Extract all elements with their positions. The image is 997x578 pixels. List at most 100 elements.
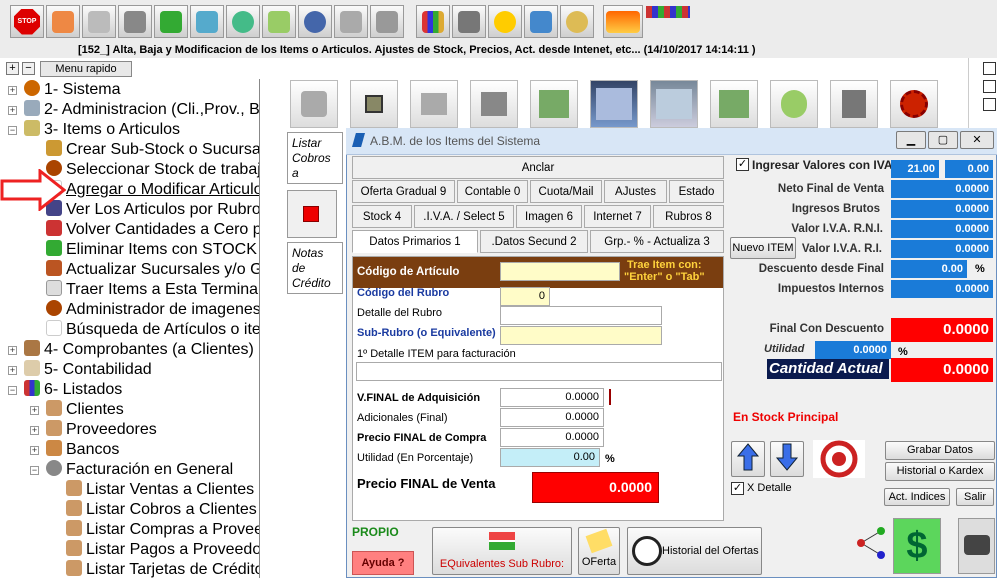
- toolbar-button-4[interactable]: [118, 5, 152, 38]
- utilidad-porcentaje-input[interactable]: 0.00: [500, 448, 600, 467]
- tree-item-listar-cobros[interactable]: Listar Cobros a Clientes: [66, 500, 257, 520]
- salir-button[interactable]: Salir: [956, 488, 994, 506]
- icon-button-11[interactable]: [890, 80, 938, 128]
- toolbar-button-9[interactable]: [298, 5, 332, 38]
- valor-iva-ri-value[interactable]: 0.0000: [891, 240, 993, 258]
- tree-item-administracion[interactable]: 2- Administracion (Cli.,Prov., B: [24, 100, 259, 120]
- tree-item-listados[interactable]: 6- Listados: [24, 380, 122, 400]
- toolbar-button-11[interactable]: [370, 5, 404, 38]
- toolbar-button-8[interactable]: [262, 5, 296, 38]
- anclar-button[interactable]: Anclar: [352, 156, 724, 179]
- tab-datos-primarios[interactable]: Datos Primarios 1: [352, 230, 478, 253]
- icon-button-5[interactable]: [530, 80, 578, 128]
- act-indices-button[interactable]: Act. Indices: [884, 488, 950, 506]
- codigo-rubro-input[interactable]: 0: [500, 287, 550, 306]
- flags-icon[interactable]: [646, 6, 690, 18]
- icon-button-4[interactable]: [470, 80, 518, 128]
- tree-item-listar-pagos[interactable]: Listar Pagos a Proveedores: [66, 540, 259, 560]
- side-checkbox[interactable]: [983, 62, 996, 75]
- tab-internet[interactable]: Internet 7: [584, 205, 651, 228]
- toolbar-button-14[interactable]: [488, 5, 522, 38]
- neto-final-value[interactable]: 0.0000: [891, 180, 993, 198]
- toolbar-button-10[interactable]: [334, 5, 368, 38]
- tree-item-eliminar-items[interactable]: Eliminar Items con STOCK: [46, 240, 257, 260]
- icon-button-8[interactable]: [710, 80, 758, 128]
- tree-item-administrador-imagenes[interactable]: Administrador de imagenes: [46, 300, 259, 320]
- ingresar-iva-checkbox[interactable]: ✓: [736, 158, 749, 171]
- toolbar-button-5[interactable]: [154, 5, 188, 38]
- arrow-down-button[interactable]: [770, 441, 804, 477]
- toolbar-button-3[interactable]: [82, 5, 116, 38]
- tab-estado[interactable]: Estado: [669, 180, 724, 203]
- toolbar-button-6[interactable]: [190, 5, 224, 38]
- x-detalle-checkbox[interactable]: ✓: [731, 482, 744, 495]
- toolbar-button-15[interactable]: [524, 5, 558, 38]
- oferta-button[interactable]: OFerta: [578, 527, 620, 575]
- tab-stock[interactable]: Stock 4: [352, 205, 412, 228]
- tab-grp-actualiza[interactable]: Grp.- % - Actualiza 3: [590, 230, 724, 253]
- tab-oferta-gradual[interactable]: Oferta Gradual 9: [352, 180, 455, 203]
- detalle-rubro-input[interactable]: [500, 306, 662, 325]
- side-checkbox[interactable]: [983, 98, 996, 111]
- notas-credito-button[interactable]: Notas de Crédito: [287, 242, 343, 294]
- tree-item-proveedores[interactable]: Proveedores: [46, 420, 157, 440]
- icon-button-1[interactable]: [290, 80, 338, 128]
- toolbar-button-17[interactable]: [603, 5, 643, 38]
- collapse-all-button[interactable]: −: [22, 62, 35, 75]
- tree-item-bancos[interactable]: Bancos: [46, 440, 119, 460]
- minimize-button[interactable]: ▁: [896, 131, 926, 149]
- tab-contable[interactable]: Contable 0: [457, 180, 528, 203]
- side-checkbox[interactable]: [983, 80, 996, 93]
- nuevo-item-button[interactable]: Nuevo ITEM: [730, 237, 796, 259]
- network-icon[interactable]: [855, 525, 887, 561]
- toolbar-button-12[interactable]: [416, 5, 450, 38]
- tree-item-crear-sub-stock[interactable]: Crear Sub-Stock o Sucursa: [46, 140, 259, 160]
- dollar-icon[interactable]: $: [893, 518, 941, 574]
- tree-item-clientes[interactable]: Clientes: [46, 400, 124, 420]
- tab-imagen[interactable]: Imagen 6: [516, 205, 582, 228]
- icon-button-2[interactable]: [350, 80, 398, 128]
- toolbar-button-13[interactable]: [452, 5, 486, 38]
- toolbar-button-7[interactable]: [226, 5, 260, 38]
- cantidad-actual-value[interactable]: 0.0000: [891, 358, 993, 382]
- detalle-item-input[interactable]: [356, 362, 722, 381]
- impuestos-value[interactable]: 0.0000: [891, 280, 993, 298]
- iva-extra-input[interactable]: 0.00: [945, 160, 993, 178]
- ingresos-brutos-value[interactable]: 0.0000: [891, 200, 993, 218]
- tree-item-ver-articulos[interactable]: Ver Los Articulos por Rubro: [46, 200, 259, 220]
- tree-item-sistema[interactable]: 1- Sistema: [24, 80, 120, 100]
- precio-venta-value[interactable]: 0.0000: [532, 472, 659, 503]
- final-descuento-value[interactable]: 0.0000: [891, 318, 993, 342]
- valor-iva-rni-value[interactable]: 0.0000: [891, 220, 993, 238]
- sub-rubro-input[interactable]: [500, 326, 662, 345]
- arrow-up-button[interactable]: [731, 441, 765, 477]
- tree-item-contabilidad[interactable]: 5- Contabilidad: [24, 360, 152, 380]
- stop-button[interactable]: STOP: [10, 5, 44, 38]
- icon-button-3[interactable]: [410, 80, 458, 128]
- historial-kardex-button[interactable]: Historial o Kardex: [885, 462, 995, 481]
- close-button[interactable]: ✕: [960, 131, 994, 149]
- tree-item-seleccionar-stock[interactable]: Seleccionar Stock de trabaj: [46, 160, 259, 180]
- camera-button[interactable]: [958, 518, 995, 574]
- menu-rapido-button[interactable]: Menu rapido: [40, 61, 132, 77]
- utilidad-value[interactable]: 0.0000: [815, 341, 891, 359]
- tab-ajustes[interactable]: AJustes: [604, 180, 667, 203]
- vfinal-adquisicion-input[interactable]: 0.0000: [500, 388, 604, 407]
- toolbar-button-16[interactable]: [560, 5, 594, 38]
- tree-item-volver-cantidades[interactable]: Volver Cantidades a Cero p: [46, 220, 259, 240]
- tree-item-listar-ventas[interactable]: Listar Ventas a Clientes: [66, 480, 254, 500]
- tree-item-busqueda-articulos[interactable]: Búsqueda de Artículos o ite: [46, 320, 259, 340]
- tab-rubros[interactable]: Rubros 8: [653, 205, 724, 228]
- grabar-datos-button[interactable]: Grabar Datos: [885, 441, 995, 460]
- equivalentes-button[interactable]: EQuivalentes Sub Rubro:: [432, 527, 572, 575]
- tree-item-comprobantes[interactable]: 4- Comprobantes (a Clientes): [24, 340, 254, 360]
- listar-cobros-button[interactable]: Listar Cobros a: [287, 132, 343, 184]
- icon-button-9[interactable]: [770, 80, 818, 128]
- tab-datos-secund[interactable]: .Datos Secund 2: [480, 230, 588, 253]
- tree-item-agregar-modificar[interactable]: Agregar o Modificar Articulo: [46, 180, 259, 200]
- tree-item-facturacion[interactable]: Facturación en General: [46, 460, 233, 480]
- icon-button-7[interactable]: [650, 80, 698, 128]
- codigo-articulo-input[interactable]: [500, 262, 620, 281]
- iva-rate-input[interactable]: 21.00: [891, 160, 939, 178]
- maximize-button[interactable]: ▢: [928, 131, 958, 149]
